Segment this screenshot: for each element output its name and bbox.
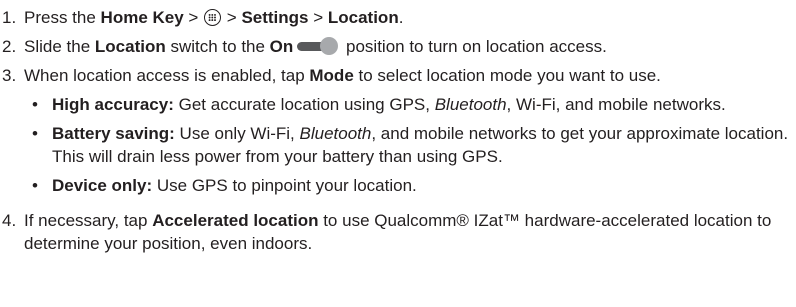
location-label: Location [327,8,399,27]
bullet-icon: • [32,95,38,114]
high-accuracy-label: High accuracy: [52,95,174,114]
step-number: 4. [2,211,17,230]
step-text: Press the Home Key > > Settings > Locati… [24,8,404,27]
device-only-label: Device only: [52,176,153,195]
on-label: On [269,37,294,56]
home-key-label: Home Key [100,8,184,27]
settings-label: Settings [241,8,309,27]
bluetooth-term: Bluetooth [434,95,507,114]
step-4: 4. If necessary, tap Accelerated locatio… [2,209,796,255]
list-item-text: High accuracy: Get accurate location usi… [52,95,726,114]
step-number: 2. [2,37,17,56]
step-1: 1. Press the Home Key > > Settings > Loc… [2,6,796,29]
instructions-document: 1. Press the Home Key > > Settings > Loc… [0,0,796,307]
list-item: • High accuracy: Get accurate location u… [24,93,794,116]
location-label: Location [94,37,166,56]
list-item: • Device only: Use GPS to pinpoint your … [24,174,794,197]
bullet-icon: • [32,176,38,195]
battery-saving-label: Battery saving: [52,124,175,143]
step-text: Slide the Location switch to the On posi… [24,37,607,56]
accelerated-location-label: Accelerated location [152,211,319,230]
step-number: 1. [2,8,17,27]
list-item-text: Battery saving: Use only Wi-Fi, Bluetoot… [52,124,789,166]
step-2: 2. Slide the Location switch to the On p… [2,35,796,58]
list-item: • Battery saving: Use only Wi-Fi, Blueto… [24,122,794,168]
step-3: 3. When location access is enabled, tap … [2,64,796,203]
mode-label: Mode [309,66,354,85]
apps-icon [204,9,222,26]
bullet-icon: • [32,124,38,143]
list-item-text: Device only: Use GPS to pinpoint your lo… [52,176,417,195]
step-text: When location access is enabled, tap Mod… [24,64,794,203]
bluetooth-term: Bluetooth [299,124,372,143]
step-text: If necessary, tap Accelerated location t… [24,211,772,253]
step-number: 3. [2,66,17,85]
toggle-knob [320,37,339,55]
toggle-on-icon [297,37,339,55]
location-mode-list: • High accuracy: Get accurate location u… [24,93,794,197]
step-3-intro: When location access is enabled, tap Mod… [24,66,661,85]
